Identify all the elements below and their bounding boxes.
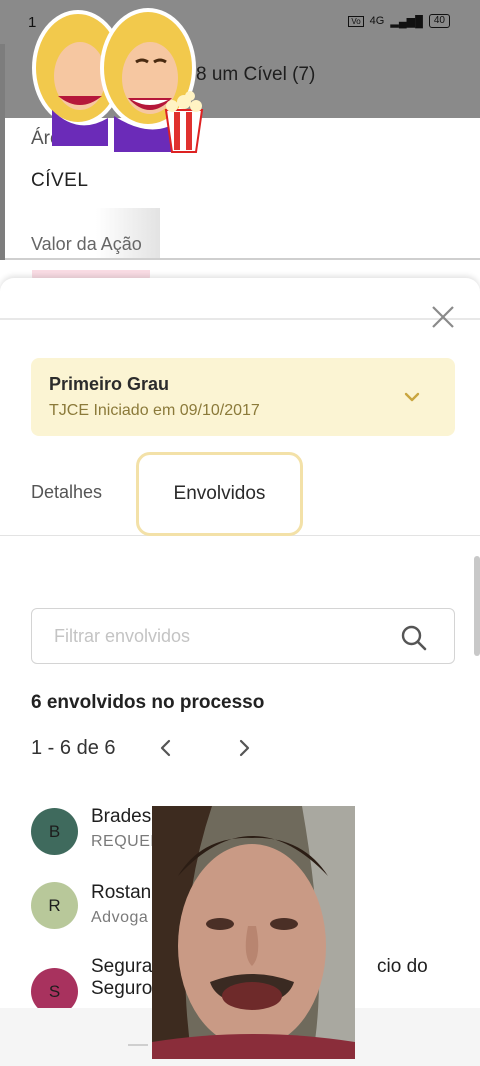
close-button[interactable] bbox=[428, 302, 458, 332]
party-name: Brades bbox=[91, 806, 152, 827]
tab-detalhes[interactable]: Detalhes bbox=[31, 482, 102, 503]
left-edge-shade bbox=[0, 44, 5, 260]
person-face-image bbox=[152, 806, 355, 1059]
instance-title: Primeiro Grau bbox=[49, 374, 170, 394]
party-name-line2: Seguro bbox=[91, 978, 153, 999]
search-field[interactable] bbox=[31, 608, 455, 664]
tab-envolvidos-label: Envolvidos bbox=[173, 483, 266, 504]
network-label: 4G bbox=[369, 15, 385, 27]
party-name: Rostan bbox=[91, 882, 152, 903]
avatar-initial: B bbox=[48, 821, 61, 841]
bottom-handle bbox=[128, 1044, 148, 1046]
sheet-divider bbox=[0, 318, 480, 320]
camera-overlay bbox=[152, 806, 355, 1059]
pager-range: 1 - 6 de 6 bbox=[31, 736, 116, 759]
instance-selector[interactable]: Primeiro Grau TJCE Iniciado em 09/10/201… bbox=[31, 358, 455, 436]
avatar-initial: S bbox=[48, 981, 61, 1001]
battery-icon: 40 bbox=[428, 14, 450, 28]
pagination: 1 - 6 de 6 bbox=[31, 734, 250, 762]
scrollbar[interactable] bbox=[474, 556, 480, 656]
volte-icon: Vo bbox=[348, 15, 364, 27]
signal-icon: ▂▄▆█ bbox=[390, 15, 423, 28]
close-icon bbox=[432, 306, 454, 328]
avatar: B bbox=[31, 808, 78, 855]
chevron-right-icon[interactable] bbox=[235, 738, 253, 758]
avatar-initial: R bbox=[48, 895, 61, 915]
party-name: Segura bbox=[91, 956, 153, 977]
valor-label: Valor da Ação bbox=[31, 234, 142, 254]
avatar: R bbox=[31, 882, 78, 929]
cartoon-sticker bbox=[32, 8, 204, 153]
party-role: Advoga bbox=[91, 909, 149, 926]
party-name-suffix: cio do bbox=[377, 956, 428, 977]
party-role: REQUEF bbox=[91, 833, 161, 850]
search-icon[interactable] bbox=[400, 624, 428, 652]
area-value: CÍVEL bbox=[31, 170, 89, 191]
parties-count: 6 envolvidos no processo bbox=[31, 692, 265, 713]
instance-subtitle: TJCE Iniciado em 09/10/2017 bbox=[49, 402, 260, 419]
chevron-down-icon bbox=[404, 392, 420, 402]
tab-bar: Detalhes Envolvidos bbox=[0, 450, 480, 536]
tab-envolvidos[interactable]: Envolvidos bbox=[136, 452, 303, 536]
page-title: 8 um Cível (7) bbox=[196, 64, 316, 85]
chevron-left-icon[interactable] bbox=[157, 738, 175, 758]
search-input[interactable] bbox=[54, 623, 384, 649]
status-icons: Vo 4G ▂▄▆█ 40 bbox=[348, 14, 450, 28]
